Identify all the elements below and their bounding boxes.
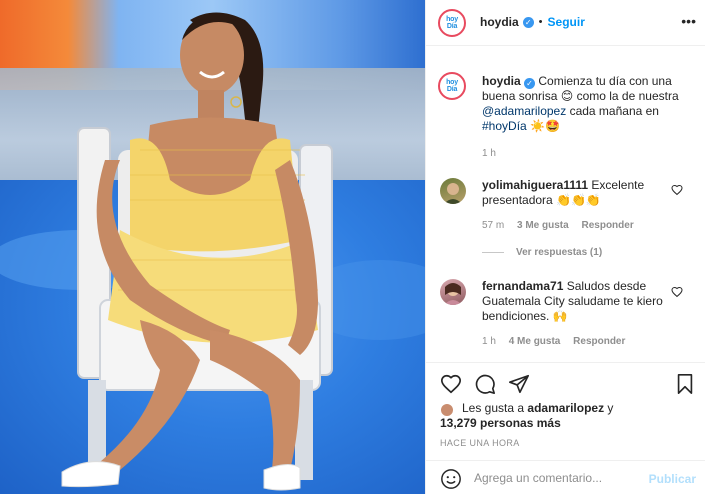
save-bookmark-icon[interactable]	[674, 373, 696, 395]
separator-dot: •	[538, 16, 543, 28]
post-details-panel: hoy Día hoydia ✓ • Seguir ••• hoy Día ho…	[425, 0, 705, 494]
like-comment-heart-icon[interactable]	[671, 184, 683, 196]
comment-avatar[interactable]	[440, 178, 466, 204]
profile-photo-icon	[444, 283, 462, 305]
caption-mention-link[interactable]: @adamarilopez	[482, 104, 566, 118]
replies-divider	[482, 252, 504, 253]
comment-username[interactable]: fernandama71	[482, 279, 563, 293]
woman-in-chair-illustration	[0, 12, 425, 491]
comment-bubble-icon[interactable]	[474, 373, 496, 395]
publish-button[interactable]: Publicar	[649, 472, 696, 486]
profile-photo-icon	[444, 183, 462, 204]
comment-username[interactable]: yolimahiguera1111	[482, 178, 588, 192]
account-avatar[interactable]: hoy Día	[438, 9, 466, 37]
comment-item-1: yolimahiguera1111 Excelente presentadora…	[482, 178, 678, 231]
likes-user-link[interactable]: adamarilopez	[527, 401, 604, 415]
logo-text-top: hoy	[446, 79, 458, 86]
more-horizontal-icon[interactable]: •••	[681, 14, 696, 28]
comment-avatar[interactable]	[440, 279, 466, 305]
reply-button[interactable]: Responder	[581, 220, 633, 231]
account-username[interactable]: hoydia	[480, 15, 519, 29]
add-comment-bar: Publicar	[426, 460, 705, 494]
post-photo[interactable]	[0, 0, 425, 494]
likes-count-link[interactable]: 13,279 personas más	[440, 416, 561, 430]
caption-username[interactable]: hoydia	[482, 74, 521, 88]
logo-text-bottom: Día	[446, 23, 458, 30]
comment-likes[interactable]: 4 Me gusta	[509, 336, 561, 347]
like-heart-icon[interactable]	[440, 373, 462, 395]
caption-avatar[interactable]: hoy Día	[438, 72, 466, 100]
verified-badge-icon: ✓	[522, 16, 534, 28]
reply-button[interactable]: Responder	[573, 336, 625, 347]
view-replies-label[interactable]: Ver respuestas (1)	[516, 247, 602, 258]
likes-prefix: Les gusta a	[462, 401, 528, 415]
caption: hoydia ✓ Comienza tu día con una buena s…	[482, 74, 696, 159]
likes-middle: y	[604, 401, 614, 415]
caption-text-end: ☀️🤩	[526, 119, 560, 133]
like-comment-heart-icon[interactable]	[671, 286, 683, 298]
likes-summary: Les gusta a adamarilopez y 13,279 person…	[440, 401, 613, 431]
caption-time[interactable]: 1 h	[482, 148, 496, 159]
comment-item-2: fernandama71 Saludos desde Guatemala Cit…	[482, 279, 678, 347]
verified-badge-icon: ✓	[524, 78, 536, 89]
share-paper-plane-icon[interactable]	[508, 373, 530, 395]
hoydia-logo: hoy Día	[441, 12, 463, 34]
hoydia-logo-small: hoy Día	[441, 75, 463, 97]
logo-text-top: hoy	[446, 16, 458, 23]
post-header: hoy Día hoydia ✓ • Seguir •••	[426, 0, 705, 46]
post-actions: Les gusta a adamarilopez y 13,279 person…	[426, 362, 705, 494]
comment-input[interactable]	[474, 469, 644, 487]
comment-likes[interactable]: 3 Me gusta	[517, 220, 569, 231]
comment-time[interactable]: 57 m	[482, 220, 504, 231]
logo-text-bottom: Día	[446, 86, 458, 93]
post-timestamp[interactable]: HACE UNA HORA	[440, 438, 520, 448]
caption-text-middle: cada mañana en	[566, 104, 659, 118]
emoji-smiley-icon[interactable]	[440, 468, 462, 490]
view-replies-button[interactable]: Ver respuestas (1)	[482, 247, 602, 258]
comment-time[interactable]: 1 h	[482, 336, 496, 347]
follow-button[interactable]: Seguir	[548, 15, 585, 29]
caption-hashtag-link[interactable]: #hoyDía	[482, 119, 527, 133]
